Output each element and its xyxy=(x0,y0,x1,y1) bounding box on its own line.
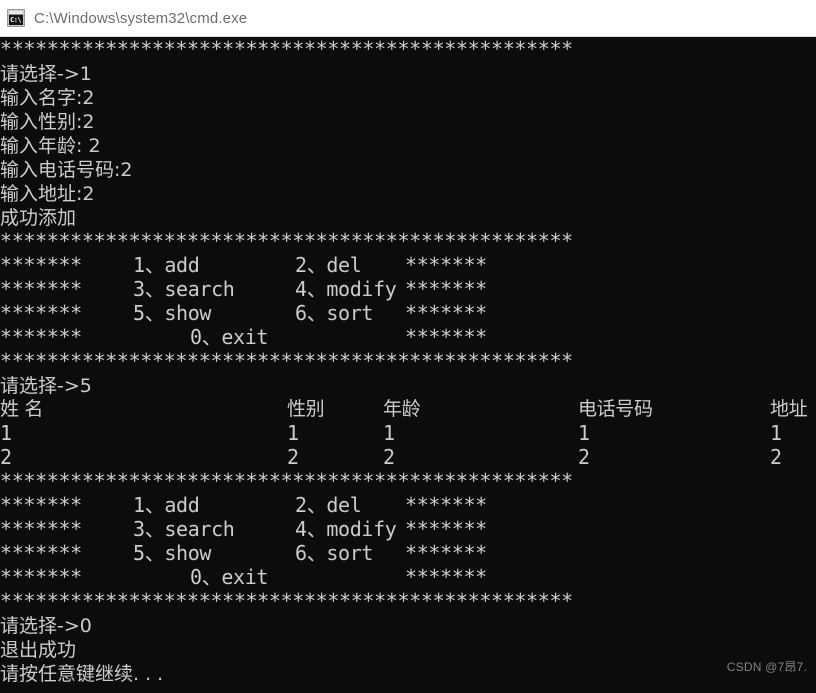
menu-right-stars: ******* xyxy=(405,301,487,325)
menu-item-search[interactable]: 3、search xyxy=(133,277,235,301)
menu-right-stars: ******* xyxy=(405,325,487,349)
menu-row-search-modify: ******* 3、search 4、modify ******* xyxy=(0,517,816,541)
menu-left-stars: ******* xyxy=(0,517,82,541)
table-header-phone: 电话号码 xyxy=(578,398,653,420)
menu-left-stars: ******* xyxy=(0,493,82,517)
window-title: C:\Windows\system32\cmd.exe xyxy=(34,9,248,27)
separator-stars: ****************************************… xyxy=(0,37,573,61)
separator-stars: ****************************************… xyxy=(0,349,573,373)
menu-row-add-del: ******* 1、add 2、del ******* xyxy=(0,493,816,517)
table-row: 2 2 2 2 2 xyxy=(0,445,816,469)
separator-line: ****************************************… xyxy=(0,349,816,373)
console-line-text: 输入性别:2 xyxy=(0,111,95,133)
console-line-prompt-1: 请选择->1 xyxy=(0,61,816,85)
console-line-input-address: 输入地址:2 xyxy=(0,181,816,205)
console-line-add-success: 成功添加 xyxy=(0,205,816,229)
separator-line: ****************************************… xyxy=(0,589,816,613)
table-header-age: 年龄 xyxy=(383,398,421,420)
separator-stars: ****************************************… xyxy=(0,229,573,253)
menu-left-stars: ******* xyxy=(0,277,82,301)
menu-item-add[interactable]: 1、add xyxy=(133,253,200,277)
menu-row-show-sort: ******* 5、show 6、sort ******* xyxy=(0,541,816,565)
window-titlebar[interactable]: C:\ C:\Windows\system32\cmd.exe xyxy=(0,0,816,37)
menu-right-stars: ******* xyxy=(405,541,487,565)
menu-left-stars: ******* xyxy=(0,325,82,349)
console-line-input-age: 输入年龄: 2 xyxy=(0,133,816,157)
table-cell-name: 2 xyxy=(0,445,12,469)
icon-prompt-glyph: C:\ xyxy=(9,15,23,25)
menu-right-stars: ******* xyxy=(405,517,487,541)
console-line-text: 输入名字:2 xyxy=(0,87,95,109)
table-cell-phone: 2 xyxy=(578,445,590,469)
menu-item-sort[interactable]: 6、sort xyxy=(295,541,373,565)
cmd-console-window: C:\ C:\Windows\system32\cmd.exe ********… xyxy=(0,0,816,693)
console-line-prompt-5: 请选择->5 xyxy=(0,373,816,397)
cmd-console-icon: C:\ xyxy=(7,9,25,27)
menu-item-search[interactable]: 3、search xyxy=(133,517,235,541)
menu-item-exit[interactable]: 0、exit xyxy=(190,565,268,589)
console-line-input-name: 输入名字:2 xyxy=(0,85,816,109)
menu-row-exit: ******* 0、exit ******* xyxy=(0,325,816,349)
table-header-name: 姓 名 xyxy=(0,398,43,420)
table-cell-gender: 2 xyxy=(287,445,299,469)
separator-stars: ****************************************… xyxy=(0,469,573,493)
menu-item-modify[interactable]: 4、modify xyxy=(295,517,397,541)
console-line-text: 请选择->1 xyxy=(0,63,92,85)
menu-left-stars: ******* xyxy=(0,253,82,277)
menu-item-del[interactable]: 2、del xyxy=(295,493,362,517)
console-line-text: 成功添加 xyxy=(0,207,77,229)
menu-row-search-modify: ******* 3、search 4、modify ******* xyxy=(0,277,816,301)
menu-row-exit: ******* 0、exit ******* xyxy=(0,565,816,589)
console-line-text: 输入地址:2 xyxy=(0,183,95,205)
console-line-input-phone: 输入电话号码:2 xyxy=(0,157,816,181)
console-line-input-gender: 输入性别:2 xyxy=(0,109,816,133)
console-line-text: 输入电话号码:2 xyxy=(0,159,133,181)
menu-item-show[interactable]: 5、show xyxy=(133,301,211,325)
menu-item-sort[interactable]: 6、sort xyxy=(295,301,373,325)
table-cell-address: 2 xyxy=(770,445,782,469)
table-cell-age: 2 xyxy=(383,445,395,469)
menu-item-show[interactable]: 5、show xyxy=(133,541,211,565)
menu-left-stars: ******* xyxy=(0,301,82,325)
separator-line: ****************************************… xyxy=(0,469,816,493)
console-line-text: 请选择->5 xyxy=(0,375,92,397)
menu-left-stars: ******* xyxy=(0,541,82,565)
menu-item-exit[interactable]: 0、exit xyxy=(190,325,268,349)
separator-stars: ****************************************… xyxy=(0,589,573,613)
menu-left-stars: ******* xyxy=(0,565,82,589)
console-line-exit-success: 退出成功 xyxy=(0,637,816,661)
console-line-text: 输入年龄: 2 xyxy=(0,135,101,157)
table-cell-age: 1 xyxy=(383,421,395,445)
csdn-watermark: CSDN @7昂7. xyxy=(726,660,807,674)
menu-item-del[interactable]: 2、del xyxy=(295,253,362,277)
menu-right-stars: ******* xyxy=(405,565,487,589)
console-line-text: 退出成功 xyxy=(0,639,77,661)
console-line-text: 请选择->0 xyxy=(0,615,92,637)
table-header-row: 姓 名 性别 年龄 电话号码 地址 xyxy=(0,397,816,421)
menu-item-modify[interactable]: 4、modify xyxy=(295,277,397,301)
table-cell-address: 1 xyxy=(770,421,782,445)
console-line-press-any-key: 请按任意键继续. . . xyxy=(0,661,816,685)
menu-right-stars: ******* xyxy=(405,493,487,517)
table-cell-phone: 1 xyxy=(578,421,590,445)
menu-right-stars: ******* xyxy=(405,253,487,277)
console-output-area[interactable]: ****************************************… xyxy=(0,37,816,693)
menu-item-add[interactable]: 1、add xyxy=(133,493,200,517)
table-cell-gender: 1 xyxy=(287,421,299,445)
console-line-text: 请按任意键继续. . . xyxy=(0,663,164,685)
menu-row-add-del: ******* 1、add 2、del ******* xyxy=(0,253,816,277)
separator-line: ****************************************… xyxy=(0,37,816,61)
table-header-gender: 性别 xyxy=(287,398,325,420)
menu-right-stars: ******* xyxy=(405,277,487,301)
table-header-address: 地址 xyxy=(770,398,808,420)
table-row: 1 1 1 1 1 xyxy=(0,421,816,445)
console-line-prompt-0: 请选择->0 xyxy=(0,613,816,637)
table-cell-name: 1 xyxy=(0,421,12,445)
separator-line: ****************************************… xyxy=(0,229,816,253)
menu-row-show-sort: ******* 5、show 6、sort ******* xyxy=(0,301,816,325)
